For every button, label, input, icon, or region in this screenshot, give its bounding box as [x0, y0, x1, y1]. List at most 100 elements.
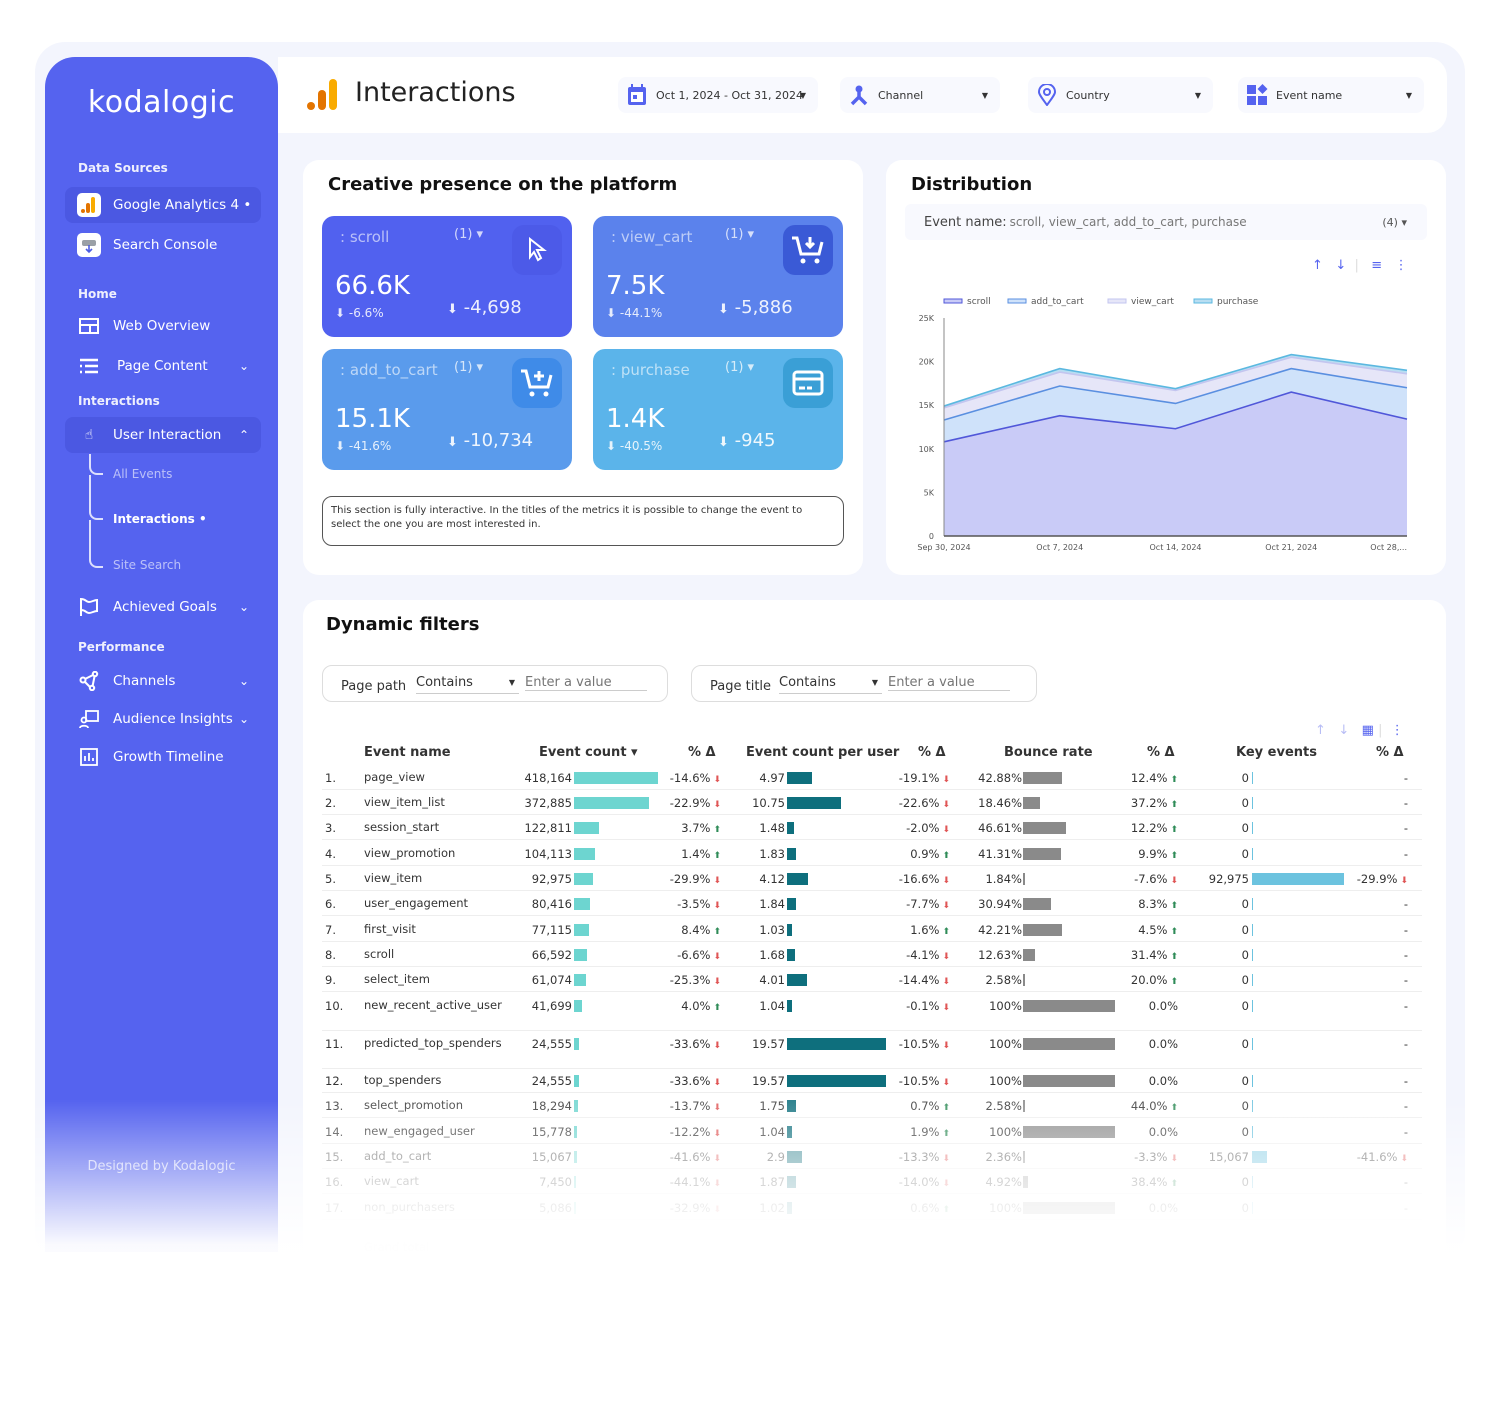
column-header[interactable]: Key events — [1236, 745, 1317, 760]
bounce-rate: 100% — [989, 999, 1022, 1013]
delta-cell: 1.9% ⬆ — [910, 1125, 950, 1139]
column-header[interactable]: Bounce rate — [1004, 745, 1093, 760]
page-title-operator[interactable]: Contains ▼ — [779, 675, 882, 694]
kpi-value: 66.6K — [335, 271, 410, 301]
delta-value: -2.0% — [906, 821, 940, 835]
legend-label[interactable]: view_cart — [1131, 297, 1174, 307]
bounce-rate-bar — [1023, 873, 1025, 885]
delta-cell: -10.5% ⬇ — [899, 1074, 950, 1088]
bounce-rate-bar — [1023, 848, 1061, 860]
distribution-card: Distribution Event name: scroll, view_ca… — [886, 160, 1446, 575]
country-filter[interactable]: Country ▼ — [1028, 77, 1213, 113]
delta-value: -33.6% — [669, 1037, 711, 1051]
page-path-input[interactable] — [525, 675, 647, 691]
delta-value: - — [1403, 973, 1408, 987]
chart-settings-icon[interactable]: ▦ — [1362, 723, 1374, 738]
row-rank: 12. — [325, 1074, 344, 1088]
kpi-event-count[interactable]: (1) ▾ — [454, 227, 483, 242]
sidebar-subitem-all-events[interactable]: All Events — [113, 467, 172, 481]
legend-label[interactable]: purchase — [1217, 297, 1259, 307]
page-title-input[interactable] — [888, 675, 1010, 691]
sidebar-subitem-interactions[interactable]: Interactions • — [113, 512, 207, 526]
sidebar-subitem-site-search[interactable]: Site Search — [113, 558, 181, 572]
date-range-picker[interactable]: Oct 1, 2024 - Oct 31, 2024 ▼ — [618, 77, 818, 113]
column-header[interactable]: % Δ — [1147, 745, 1175, 760]
column-header[interactable]: Event name — [364, 745, 451, 760]
delta-value: 0.0% — [1148, 1074, 1178, 1088]
kpi-event-selector[interactable]: : add_to_cart — [340, 361, 438, 379]
row-rank: 6. — [325, 897, 336, 911]
event-count: 7,450 — [539, 1175, 572, 1189]
event-count-per-user: 1.04 — [759, 1125, 785, 1139]
sidebar-item-audience-insights[interactable]: Audience Insights ⌄ — [65, 701, 261, 737]
operator-value: Contains — [779, 675, 836, 690]
column-header[interactable]: % Δ — [688, 745, 716, 760]
bar-chart-icon — [77, 745, 101, 769]
widgets-icon — [1246, 84, 1268, 106]
down-arrow-icon: ⬇ — [713, 1078, 721, 1088]
sort-descending-icon[interactable]: ↓ — [1338, 723, 1349, 738]
page-path-operator[interactable]: Contains ▼ — [416, 675, 519, 694]
event-name-filter[interactable]: Event name ▼ — [1238, 77, 1424, 113]
more-options-icon[interactable]: ⋮ — [1391, 723, 1404, 738]
kpi-event-count[interactable]: (1) ▾ — [725, 227, 754, 242]
section-performance: Performance — [78, 640, 165, 654]
up-arrow-icon: ⬆ — [1170, 901, 1178, 911]
delta-value: -6.6% — [677, 948, 711, 962]
sidebar-item-growth-timeline[interactable]: Growth Timeline — [65, 739, 261, 775]
event-count-bar — [574, 974, 587, 986]
sidebar-item-search-console[interactable]: Search Console — [65, 227, 261, 263]
column-header[interactable]: Event count per user — [746, 745, 899, 760]
sidebar-item-channels[interactable]: Channels ⌄ — [65, 663, 261, 699]
delta-cell: -32.9% ⬇ — [670, 1201, 721, 1215]
delta-value: 20.0% — [1130, 973, 1168, 987]
hand-pointer-icon: ☝ — [84, 427, 94, 443]
sidebar: kodalogic Data Sources Google Analytics … — [45, 57, 278, 1252]
kpi-event-selector[interactable]: : purchase — [611, 361, 690, 379]
row-rank: 8. — [325, 948, 336, 962]
page-path-label: Page path — [341, 679, 407, 694]
column-header[interactable]: Event count ▾ — [539, 745, 638, 760]
column-header[interactable]: % Δ — [1376, 745, 1404, 760]
delta-cell: 37.2% ⬆ — [1131, 796, 1178, 810]
delta-cell: - — [1404, 948, 1408, 962]
kpi-percent-change: ⬇ -40.5% — [606, 439, 663, 453]
delta-cell: 9.9% ⬆ — [1138, 847, 1178, 861]
sidebar-item-achieved-goals[interactable]: Achieved Goals ⌄ — [65, 589, 261, 625]
up-arrow-icon: ⬆ — [713, 851, 721, 861]
kpi-event-count[interactable]: (1) ▾ — [725, 360, 754, 375]
bounce-rate: 46.61% — [978, 821, 1022, 835]
kpi-event-selector[interactable]: : scroll — [340, 228, 389, 246]
sidebar-item-user-interaction[interactable]: ☝ User Interaction ⌃ — [65, 417, 261, 453]
event-count-bar — [574, 848, 595, 860]
section-data-sources: Data Sources — [78, 161, 168, 175]
sort-ascending-icon[interactable]: ↑ — [1315, 723, 1326, 738]
dropdown-arrow-icon: ▼ — [508, 678, 515, 687]
down-arrow-icon: ⬇ — [1170, 876, 1178, 886]
ecpu-bar — [787, 1176, 797, 1188]
search-console-icon — [77, 233, 101, 257]
legend-label[interactable]: add_to_cart — [1031, 297, 1084, 307]
kpi-pct-text: -6.6% — [348, 306, 384, 320]
event-count-per-user: 1.04 — [759, 999, 785, 1013]
x-tick-label: Oct 28,... — [1370, 543, 1407, 552]
delta-value: -22.6% — [898, 796, 940, 810]
kpi-event-selector[interactable]: : view_cart — [611, 228, 692, 246]
sidebar-item-google-analytics[interactable]: Google Analytics 4 • — [65, 187, 261, 223]
event-count-per-user: 1.87 — [759, 1175, 785, 1189]
kpi-abs-text: -945 — [734, 430, 776, 451]
kpi-event-count[interactable]: (1) ▾ — [454, 360, 483, 375]
sidebar-item-web-overview[interactable]: Web Overview — [65, 308, 261, 344]
delta-value: -14.6% — [669, 771, 711, 785]
sidebar-item-page-content[interactable]: Page Content ⌄ — [65, 348, 261, 384]
delta-value: -7.6% — [1134, 872, 1168, 886]
channel-filter[interactable]: Channel ▼ — [840, 77, 1000, 113]
bounce-rate: 2.58% — [985, 973, 1022, 987]
legend-label[interactable]: scroll — [967, 297, 991, 307]
chevron-up-icon: ⌃ — [238, 428, 249, 442]
column-header[interactable]: % Δ — [918, 745, 946, 760]
event-count-per-user: 2.9 — [766, 1150, 785, 1164]
delta-value: 37.2% — [1130, 796, 1168, 810]
layout-icon — [77, 314, 101, 338]
delta-cell: - — [1404, 796, 1408, 810]
